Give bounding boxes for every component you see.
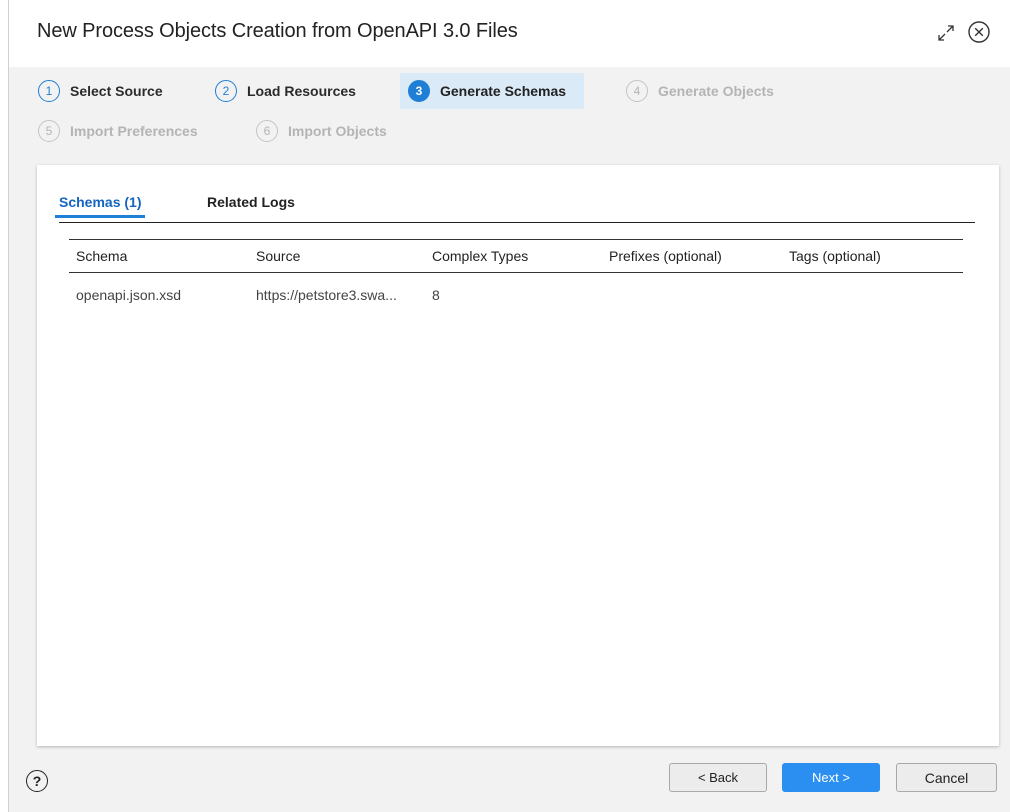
step-import-objects: 6 Import Objects [248, 113, 397, 149]
close-icon[interactable] [967, 20, 991, 44]
step-number: 3 [408, 80, 430, 102]
step-generate-objects: 4 Generate Objects [618, 73, 784, 109]
step-number: 1 [38, 80, 60, 102]
step-generate-schemas[interactable]: 3 Generate Schemas [400, 73, 584, 109]
column-header-complex-types[interactable]: Complex Types [432, 248, 528, 264]
column-header-schema[interactable]: Schema [76, 248, 127, 264]
dialog-footer: ? < Back Next > Cancel [9, 752, 1010, 812]
cell-source: https://petstore3.swa... [256, 287, 397, 303]
step-number: 2 [215, 80, 237, 102]
expand-icon[interactable] [935, 22, 957, 44]
step-label: Import Objects [288, 123, 387, 139]
tab-related-logs[interactable]: Related Logs [207, 194, 295, 210]
step-load-resources[interactable]: 2 Load Resources [207, 73, 366, 109]
step-label: Generate Schemas [440, 83, 567, 99]
step-number: 6 [256, 120, 278, 142]
wizard-steps: 1 Select Source 2 Load Resources 3 Gener… [9, 67, 1010, 157]
tab-schemas[interactable]: Schemas (1) [54, 194, 146, 218]
content-panel: Schemas (1) Related Logs Schema Source C… [37, 165, 999, 746]
table-row[interactable]: openapi.json.xsd https://petstore3.swa..… [69, 273, 963, 317]
step-label: Select Source [70, 83, 163, 99]
dialog-header: New Process Objects Creation from OpenAP… [9, 0, 1010, 67]
cell-complex-types: 8 [432, 287, 440, 303]
column-header-prefixes[interactable]: Prefixes (optional) [609, 248, 722, 264]
next-button[interactable]: Next > [782, 763, 880, 792]
column-header-source[interactable]: Source [256, 248, 300, 264]
help-icon[interactable]: ? [26, 770, 48, 792]
step-number: 5 [38, 120, 60, 142]
back-button[interactable]: < Back [669, 763, 767, 792]
dialog: New Process Objects Creation from OpenAP… [9, 0, 1010, 812]
schemas-table: Schema Source Complex Types Prefixes (op… [69, 239, 963, 317]
dialog-title: New Process Objects Creation from OpenAP… [37, 20, 518, 42]
cancel-button[interactable]: Cancel [896, 763, 997, 792]
step-label: Generate Objects [658, 83, 774, 99]
cell-schema: openapi.json.xsd [76, 287, 182, 303]
column-header-tags[interactable]: Tags (optional) [789, 248, 881, 264]
tab-bar: Schemas (1) Related Logs [54, 189, 975, 223]
step-import-preferences: 5 Import Preferences [30, 113, 208, 149]
step-label: Import Preferences [70, 123, 198, 139]
step-select-source[interactable]: 1 Select Source [30, 73, 173, 109]
step-number: 4 [626, 80, 648, 102]
table-header: Schema Source Complex Types Prefixes (op… [69, 239, 963, 273]
step-label: Load Resources [247, 83, 356, 99]
